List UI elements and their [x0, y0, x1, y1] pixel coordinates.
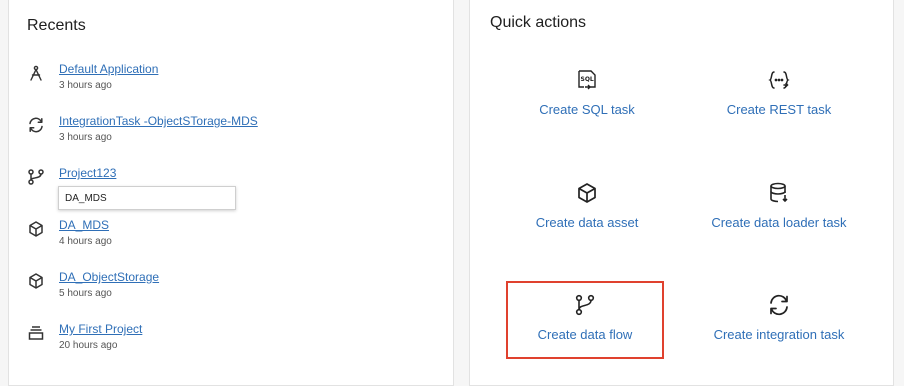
recent-time: 3 hours ago [59, 80, 112, 91]
recent-item-integration-task: IntegrationTask -ObjectSTorage-MDS 3 hou… [27, 114, 427, 150]
quick-actions-panel: Quick actions SQL Create SQL task Create… [469, 0, 894, 386]
compass-icon [27, 64, 47, 84]
recent-link[interactable]: IntegrationTask -ObjectSTorage-MDS [59, 114, 258, 128]
stack-icon [27, 324, 47, 344]
recent-link[interactable]: My First Project [59, 322, 142, 336]
refresh-icon [27, 116, 47, 136]
create-data-flow-label: Create data flow [537, 327, 633, 342]
recent-time: 4 hours ago [59, 236, 112, 247]
cube-icon [27, 220, 47, 240]
create-data-loader-task-button[interactable]: Create data loader task [689, 181, 869, 251]
rest-icon [768, 71, 790, 89]
home-page: Recents Default Application 3 hours ago [0, 0, 904, 386]
recent-link[interactable]: Default Application [59, 62, 158, 76]
recent-time: 5 hours ago [59, 288, 112, 299]
tooltip: DA_MDS [58, 186, 236, 210]
recent-link[interactable]: Project123 [59, 166, 116, 180]
svg-text:SQL: SQL [581, 76, 594, 83]
recent-item-my-first-project: My First Project 20 hours ago [27, 322, 427, 358]
database-icon [770, 182, 788, 203]
create-data-asset-button[interactable]: Create data asset [497, 181, 677, 251]
create-sql-task-button[interactable]: SQL Create SQL task [497, 68, 677, 138]
create-data-asset-label: Create data asset [535, 215, 639, 230]
create-data-flow-button[interactable]: Create data flow [506, 281, 664, 359]
cube-icon [27, 272, 47, 292]
create-integration-task-button[interactable]: Create integration task [689, 293, 869, 363]
recent-time: 20 hours ago [59, 340, 118, 351]
recent-time: 3 hours ago [59, 132, 112, 143]
create-integration-task-label: Create integration task [713, 327, 845, 342]
branch-icon [575, 294, 595, 316]
create-sql-task-label: Create SQL task [539, 102, 635, 117]
quick-actions-title: Quick actions [490, 14, 587, 31]
create-rest-task-button[interactable]: Create REST task [689, 68, 869, 138]
refresh-icon [770, 294, 788, 316]
cube-icon [578, 183, 596, 203]
create-rest-task-label: Create REST task [726, 102, 832, 117]
recent-link[interactable]: DA_ObjectStorage [59, 270, 159, 284]
recent-item-da-mds: DA_MDS 4 hours ago [27, 218, 427, 254]
recents-title: Recents [27, 17, 86, 34]
branch-icon [27, 168, 47, 188]
create-data-loader-task-label: Create data loader task [711, 215, 847, 230]
sql-icon: SQL [578, 70, 596, 90]
recent-item-default-application: Default Application 3 hours ago [27, 62, 427, 98]
recent-link[interactable]: DA_MDS [59, 218, 109, 232]
recent-item-da-objectstorage: DA_ObjectStorage 5 hours ago [27, 270, 427, 306]
